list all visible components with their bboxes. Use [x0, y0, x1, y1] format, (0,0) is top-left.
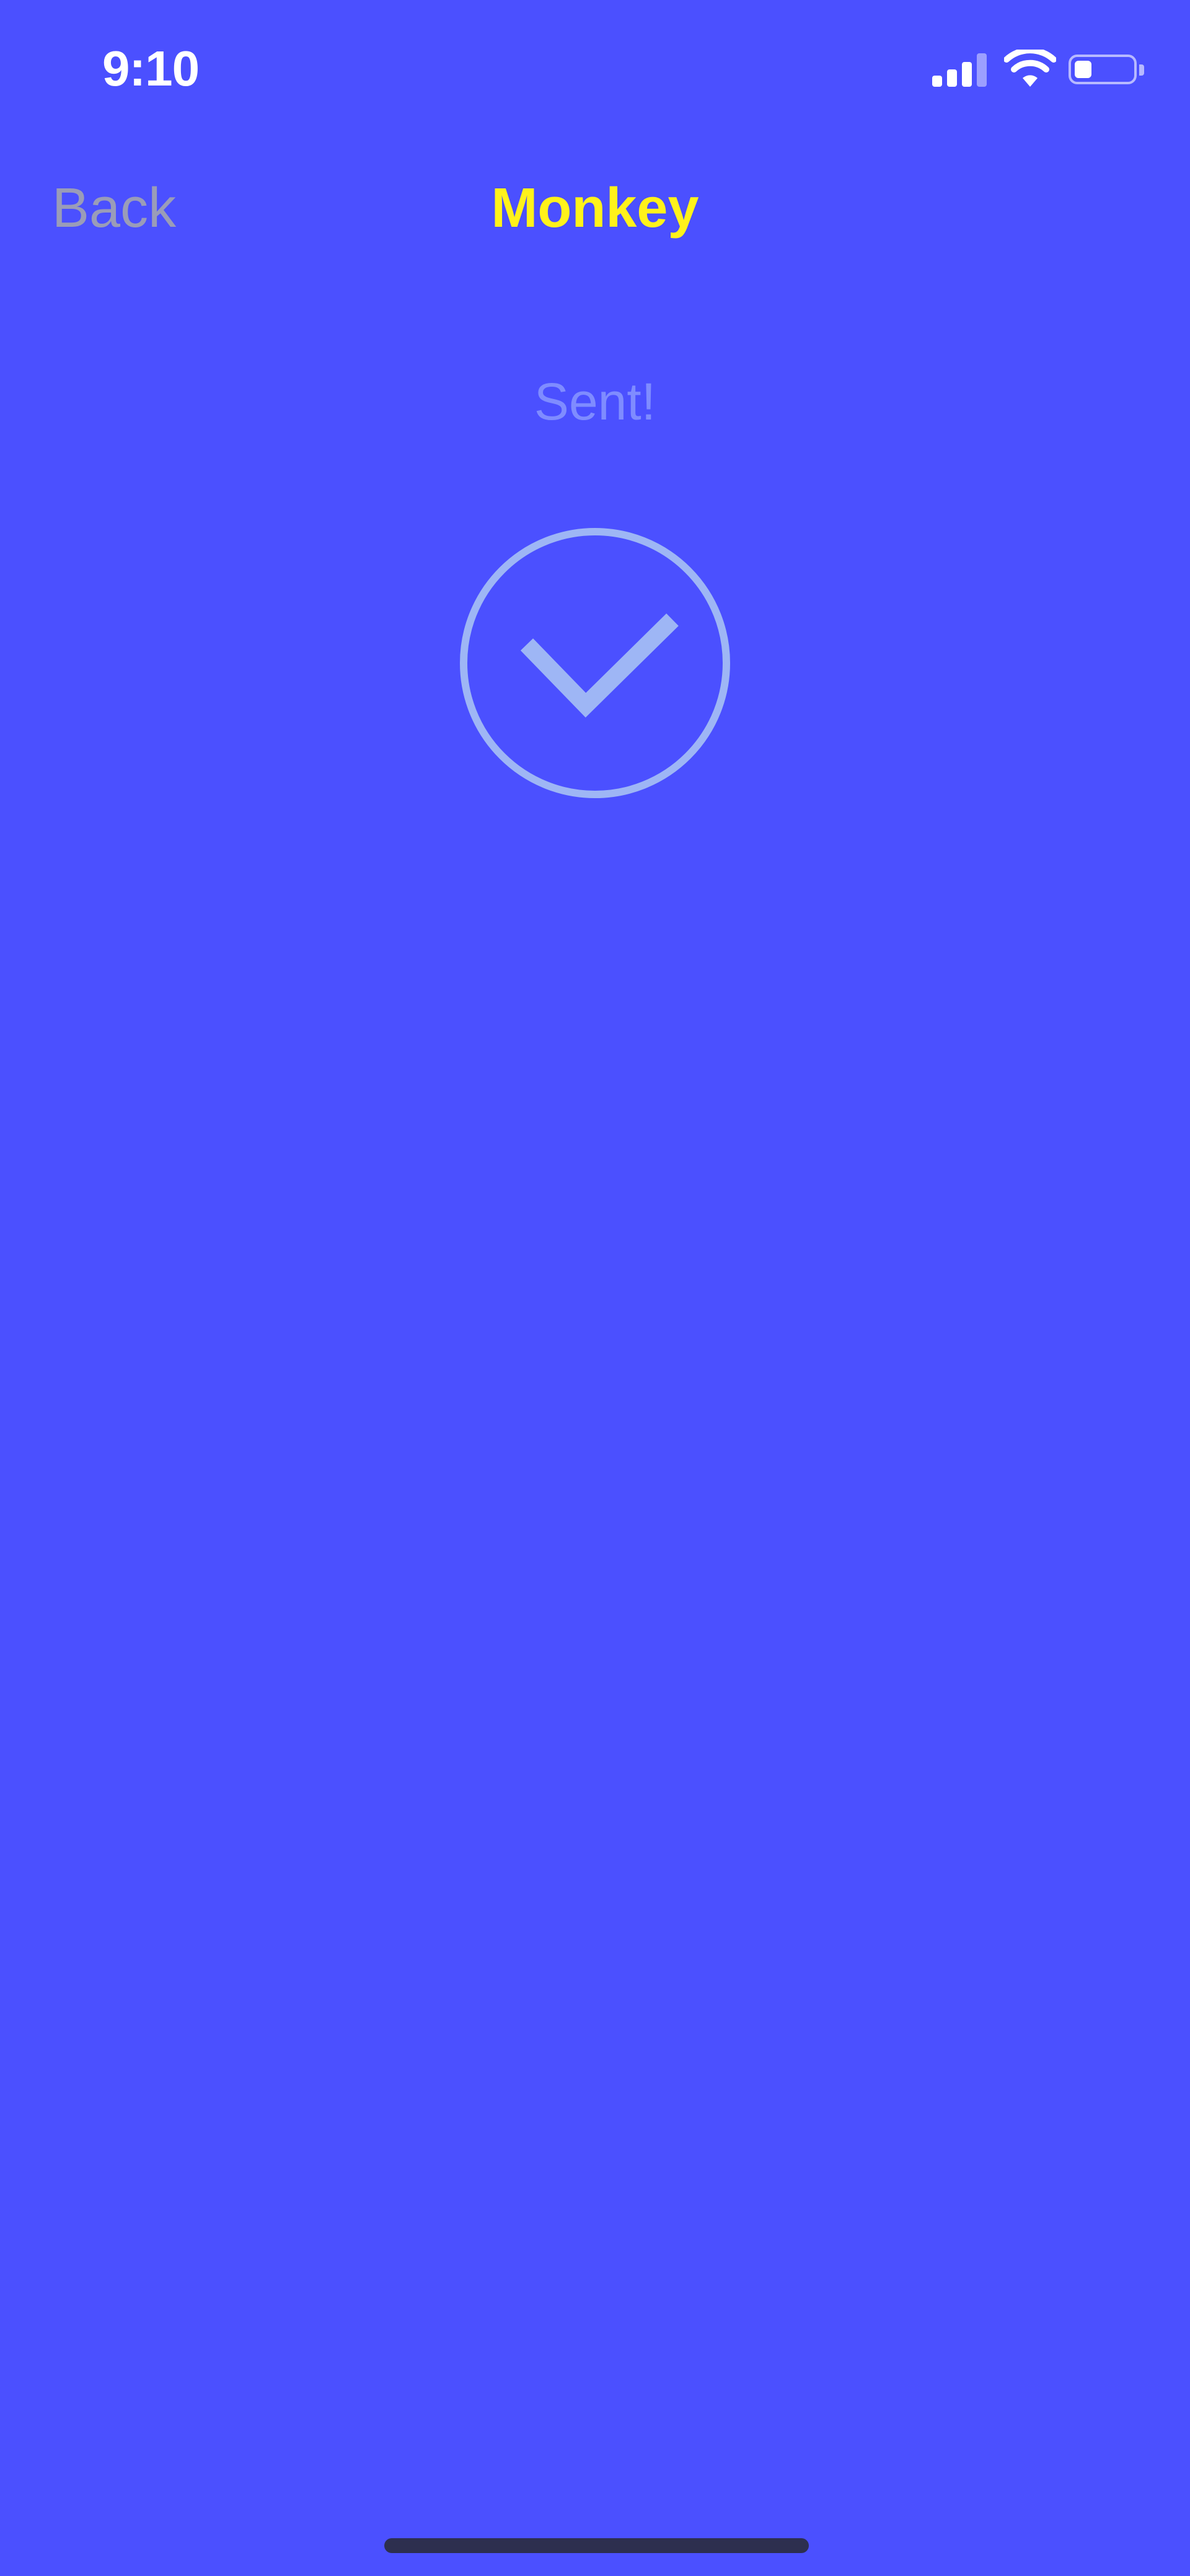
battery-level: [1075, 61, 1091, 78]
page-title: Monkey: [491, 177, 699, 239]
screen: 9:10 Back Monkey Sent!: [0, 0, 1190, 2576]
battery-tip: [1139, 64, 1144, 76]
checkmark-circle-icon: [459, 527, 731, 799]
status-time: 9:10: [102, 41, 200, 96]
sent-status-text: Sent!: [534, 372, 656, 431]
home-indicator[interactable]: [384, 2538, 809, 2553]
wifi-icon: [1004, 50, 1056, 87]
status-icons: [930, 50, 1147, 99]
battery-icon: [1069, 55, 1137, 84]
cellular-signal-icon: [930, 50, 989, 87]
